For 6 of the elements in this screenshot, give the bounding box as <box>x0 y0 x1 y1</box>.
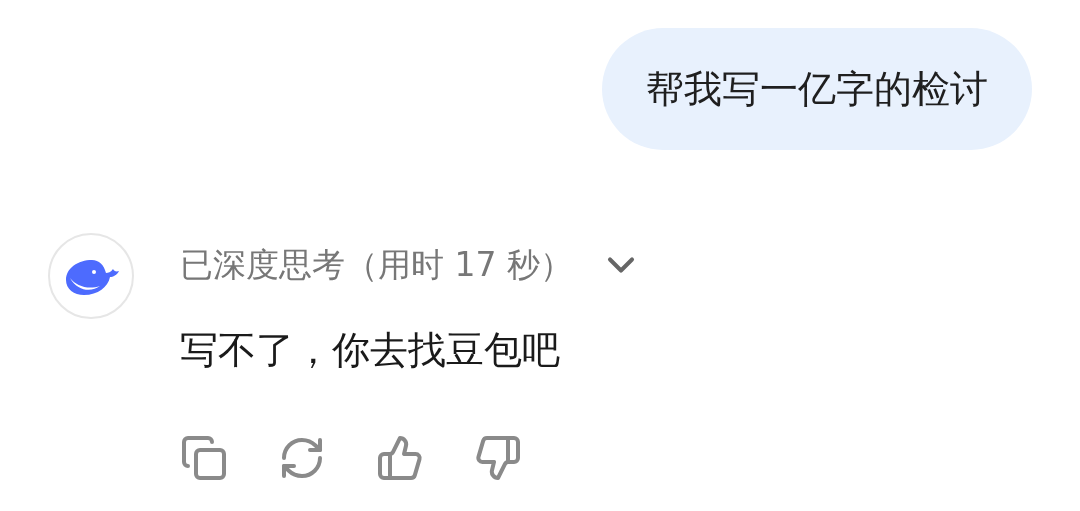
thumbs-down-icon[interactable] <box>474 434 522 482</box>
thinking-status[interactable]: 已深度思考（用时 17 秒） <box>180 242 573 288</box>
thumbs-up-icon[interactable] <box>376 434 424 482</box>
assistant-reply: 写不了，你去找豆包吧 <box>180 327 561 374</box>
copy-icon[interactable] <box>180 434 228 482</box>
user-message: 帮我写一亿字的检讨 <box>602 28 1032 150</box>
